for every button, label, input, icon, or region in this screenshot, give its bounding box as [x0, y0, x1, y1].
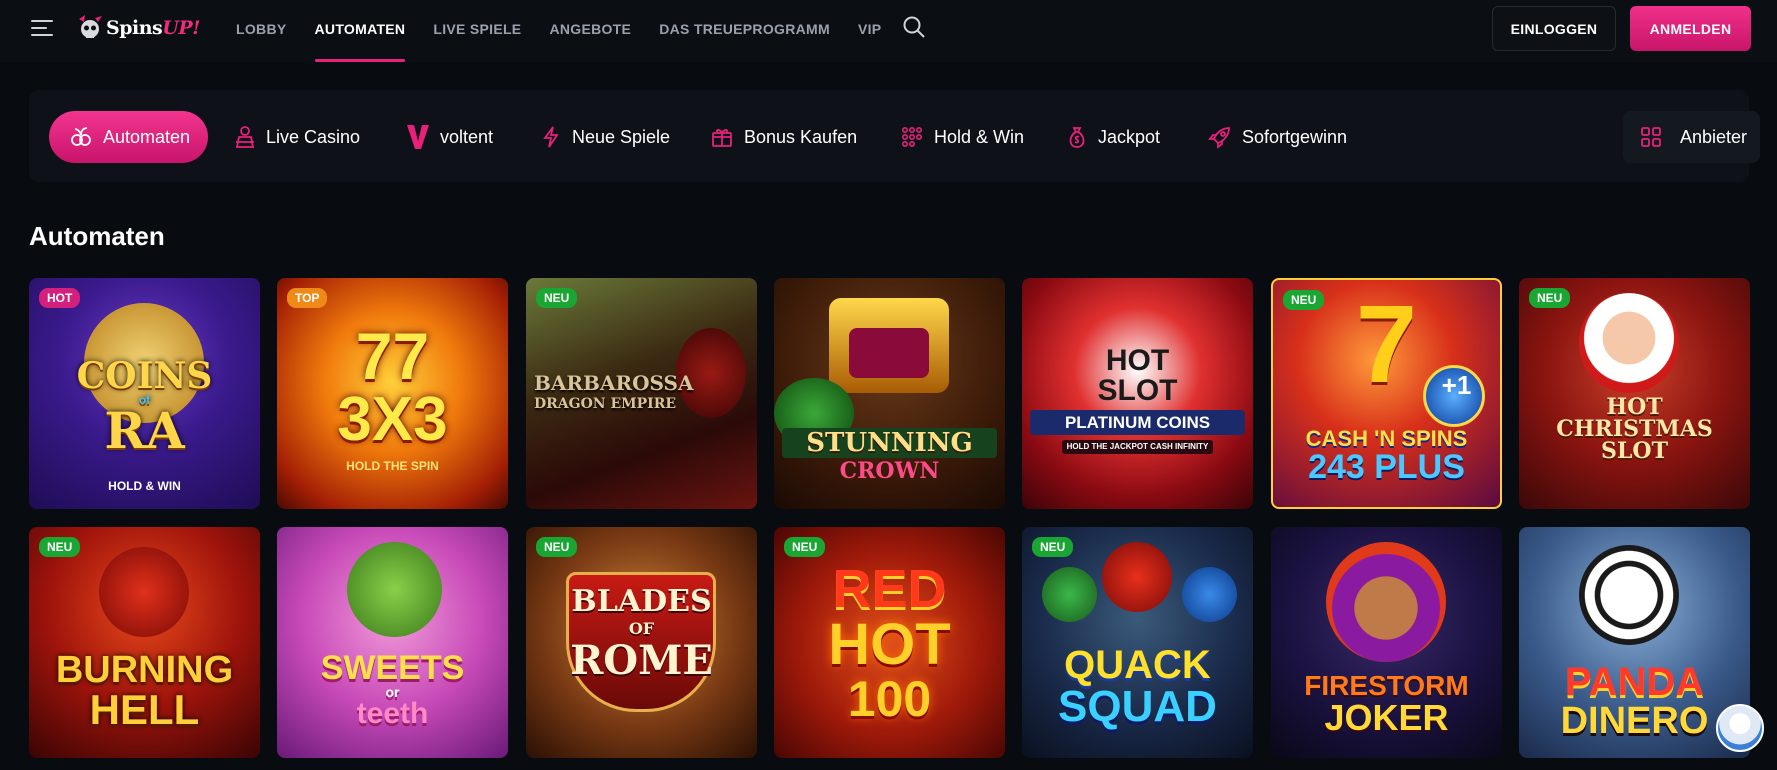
category-bonus-kaufen[interactable]: Bonus Kaufen — [710, 111, 857, 163]
game-tile-panda-dinero[interactable]: PANDA DINERO — [1519, 527, 1750, 758]
badge-hot: HOT — [39, 288, 81, 308]
login-button[interactable]: EINLOGGEN — [1492, 6, 1616, 51]
game-tile-coins-of-ra[interactable]: HOT COINS of RA HOLD & WIN — [29, 278, 260, 509]
rocket-icon — [1208, 127, 1230, 149]
lightning-icon — [543, 126, 559, 148]
game-tile-hot-christmas-slot[interactable]: NEU HOT CHRISTMAS SLOT — [1519, 278, 1750, 509]
badge-new: NEU — [536, 288, 578, 308]
game-title: QUACK SQUAD — [1058, 643, 1217, 731]
game-subtitle: HOLD THE JACKPOT CASH INFINITY — [1062, 440, 1213, 454]
game-tile-firestorm-joker[interactable]: FIRESTORM JOKER — [1271, 527, 1502, 758]
money-bag-icon — [1069, 127, 1085, 148]
game-title: BLADES OF ROME — [570, 584, 713, 684]
game-subtitle: HOLD THE SPIN — [346, 459, 439, 473]
nav-vip[interactable]: VIP — [858, 0, 881, 62]
badge-new: NEU — [1032, 537, 1074, 557]
game-title: FIRESTORM JOKER — [1304, 670, 1469, 738]
category-automaten[interactable]: Automaten — [49, 111, 209, 163]
badge-new: NEU — [1529, 288, 1571, 308]
category-voltent[interactable]: voltent — [406, 111, 493, 163]
gift-icon — [712, 129, 732, 147]
dealer-icon — [235, 126, 255, 148]
category-neue-spiele[interactable]: Neue Spiele — [540, 111, 670, 163]
game-title: CASH 'N SPINS 243 PLUS — [1305, 426, 1468, 486]
slots-icon — [71, 127, 91, 146]
badge-top: TOP — [287, 288, 328, 308]
game-title: HOT SLOT PLATINUM COINS — [1030, 346, 1245, 435]
game-tile-77-3x3[interactable]: TOP 77 3X3 HOLD THE SPIN — [277, 278, 508, 509]
search-icon[interactable] — [902, 15, 926, 39]
grid-dots-icon — [901, 126, 922, 147]
grid-icon — [1641, 127, 1661, 147]
game-title: STUNNING CROWN — [782, 428, 997, 482]
game-subtitle: HOLD & WIN — [108, 479, 181, 493]
game-title: RED HOT 100 — [828, 559, 951, 727]
nav-treueprogramm[interactable]: DAS TREUEPROGRAMM — [659, 0, 830, 62]
category-sofortgewinn[interactable]: Sofortgewinn — [1208, 111, 1347, 163]
nav-angebote[interactable]: ANGEBOTE — [549, 0, 631, 62]
main-nav: LOBBY AUTOMATEN LIVE SPIELE ANGEBOTE DAS… — [236, 0, 909, 62]
badge-new: NEU — [536, 537, 578, 557]
game-tile-blades-of-rome[interactable]: NEU BLADES OF ROME — [526, 527, 757, 758]
game-tile-cash-n-spins[interactable]: NEU +1 7 CASH 'N SPINS 243 PLUS — [1271, 278, 1502, 509]
game-tile-sweets-or-teeth[interactable]: SWEETS or teeth — [277, 527, 508, 758]
register-button[interactable]: ANMELDEN — [1630, 6, 1751, 51]
voltent-v-icon — [407, 125, 429, 149]
category-jackpot[interactable]: Jackpot — [1066, 111, 1160, 163]
nav-lobby[interactable]: LOBBY — [236, 0, 287, 62]
top-bar: SpinsUP! LOBBY AUTOMATEN LIVE SPIELE ANG… — [0, 0, 1777, 62]
game-title: SWEETS or teeth — [320, 649, 465, 730]
logo-skull-icon — [75, 13, 105, 43]
nav-automaten[interactable]: AUTOMATEN — [314, 0, 406, 62]
logo[interactable]: SpinsUP! — [75, 10, 200, 46]
menu-icon[interactable] — [31, 19, 53, 37]
category-bar: Automaten Live Casino voltent Neue Spiel… — [29, 90, 1760, 182]
badge-new: NEU — [784, 537, 826, 557]
game-tile-quack-squad[interactable]: NEU QUACK SQUAD — [1022, 527, 1253, 758]
game-title: COINS of RA — [76, 355, 213, 460]
nav-live-spiele[interactable]: LIVE SPIELE — [433, 0, 521, 62]
game-title: BARBAROSSA DRAGON EMPIRE — [534, 371, 694, 412]
game-title: HOT CHRISTMAS SLOT — [1556, 394, 1713, 464]
logo-text: SpinsUP! — [106, 17, 200, 39]
game-tile-red-hot-100[interactable]: NEU RED HOT 100 — [774, 527, 1005, 758]
game-tile-hot-slot-platinum-coins[interactable]: HOT SLOT PLATINUM COINS HOLD THE JACKPOT… — [1022, 278, 1253, 509]
game-title: PANDA DINERO — [1560, 660, 1709, 742]
game-tile-barbarossa[interactable]: NEU BARBAROSSA DRAGON EMPIRE — [526, 278, 757, 509]
game-title: 77 3X3 — [337, 319, 448, 454]
category-live-casino[interactable]: Live Casino — [234, 111, 360, 163]
game-tile-stunning-crown[interactable]: STUNNING CROWN — [774, 278, 1005, 509]
provider-filter-button[interactable]: Anbieter — [1623, 111, 1760, 163]
section-title: Automaten — [29, 221, 165, 251]
game-tile-burning-hell[interactable]: NEU BURNING HELL — [29, 527, 260, 758]
badge-new: NEU — [1283, 290, 1325, 310]
category-hold-win[interactable]: Hold & Win — [900, 111, 1024, 163]
game-title: BURNING HELL — [55, 649, 234, 733]
badge-new: NEU — [39, 537, 81, 557]
